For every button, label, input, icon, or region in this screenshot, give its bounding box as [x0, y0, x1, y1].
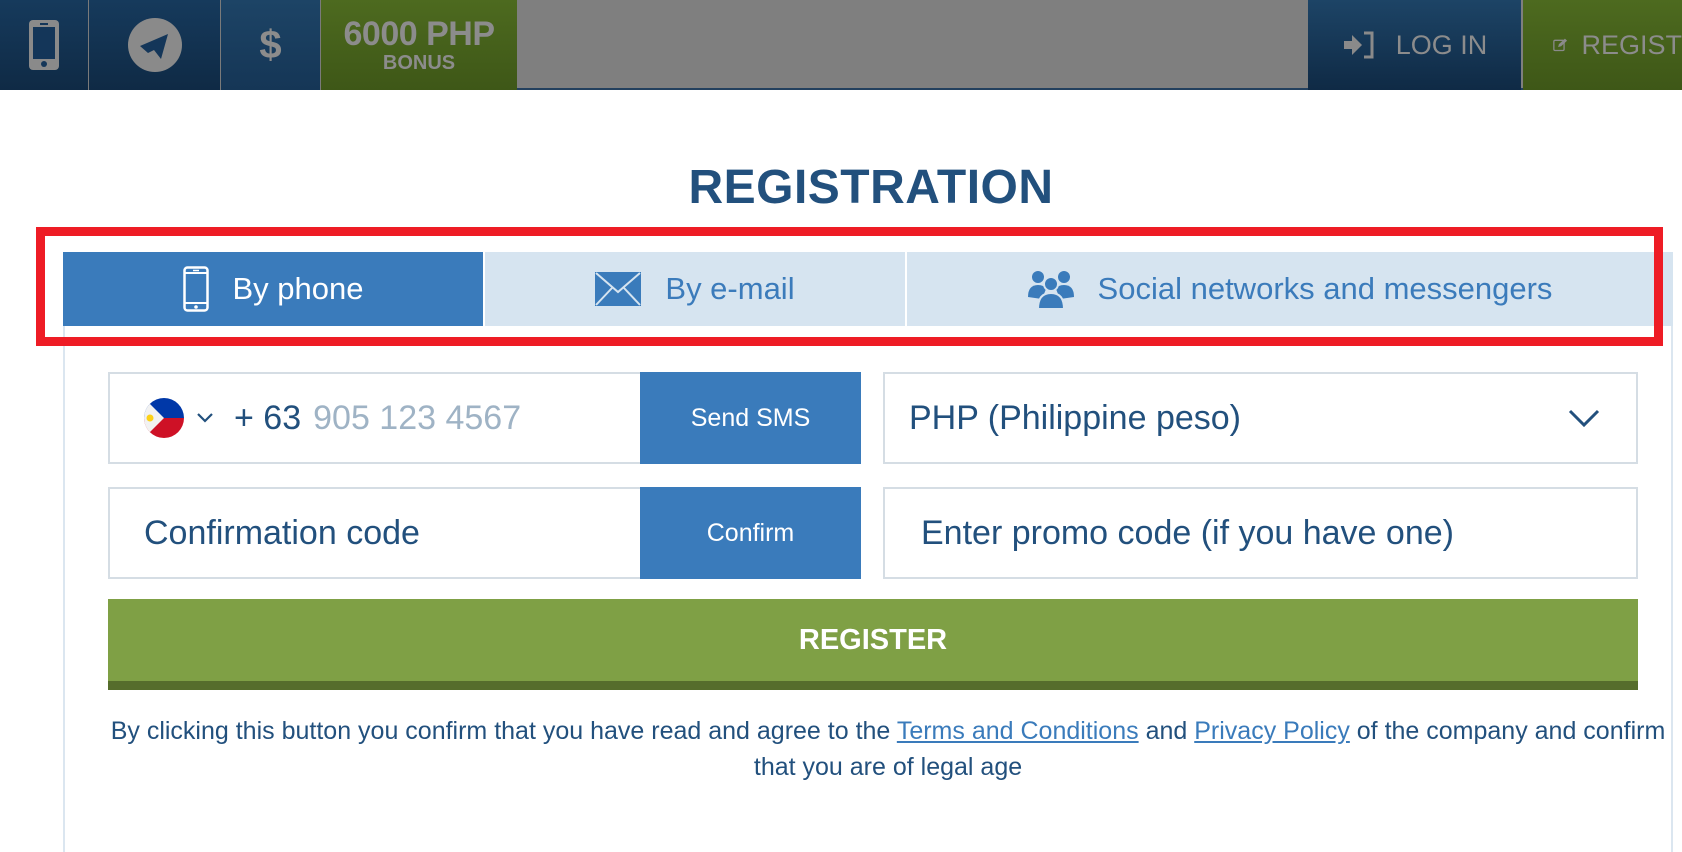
envelope-icon: [595, 272, 642, 306]
confirmation-code-placeholder[interactable]: Confirmation code: [144, 514, 420, 553]
mobile-app-button[interactable]: [0, 0, 89, 90]
currency-select[interactable]: PHP (Philippine peso): [883, 372, 1638, 464]
mobile-phone-icon: [29, 20, 59, 70]
telegram-icon: [127, 18, 182, 72]
login-label: LOG IN: [1395, 29, 1488, 60]
confirm-button[interactable]: Confirm: [640, 487, 861, 579]
registration-method-tabs: By phone By e-mail Social networks and m…: [63, 252, 1673, 326]
login-button[interactable]: LOG IN: [1308, 0, 1521, 90]
tab-label: By e-mail: [665, 271, 795, 306]
edit-icon: [1553, 38, 1568, 52]
country-dropdown-chevron-icon[interactable]: [196, 412, 214, 424]
register-button[interactable]: REGISTER: [108, 599, 1638, 690]
confirmation-code-field[interactable]: Confirmation code Confirm: [108, 487, 861, 579]
header-register-button[interactable]: REGIST: [1523, 0, 1682, 90]
phone-input-placeholder[interactable]: 905 123 4567: [313, 399, 521, 438]
philippines-flag-icon[interactable]: [144, 398, 184, 438]
country-code: + 63: [234, 398, 302, 437]
phone-number-field[interactable]: + 63 905 123 4567 Send SMS: [108, 372, 861, 464]
sign-in-icon: [1343, 31, 1374, 59]
send-sms-button[interactable]: Send SMS: [640, 372, 861, 464]
privacy-policy-link[interactable]: Privacy Policy: [1194, 717, 1350, 745]
header-register-label: REGIST: [1581, 29, 1682, 60]
promo-code-placeholder[interactable]: Enter promo code (if you have one): [921, 514, 1454, 553]
bonus-label: BONUS: [382, 52, 456, 74]
terms-text-prefix: By clicking this button you confirm that…: [110, 717, 897, 745]
tab-label: By phone: [232, 271, 364, 306]
telegram-button[interactable]: [89, 0, 221, 90]
tab-label: Social networks and messengers: [1097, 271, 1553, 306]
payments-button[interactable]: $: [221, 0, 321, 90]
bonus-banner[interactable]: 6000 PHP BONUS: [321, 0, 517, 90]
bonus-amount: 6000 PHP: [343, 15, 496, 53]
chevron-down-icon: [1568, 409, 1600, 428]
smartphone-icon: [182, 266, 209, 312]
terms-text-middle: and: [1138, 717, 1195, 745]
promo-code-input[interactable]: Enter promo code (if you have one): [883, 487, 1638, 579]
tab-by-email[interactable]: By e-mail: [485, 252, 907, 326]
users-icon: [1027, 269, 1074, 309]
tab-social-networks[interactable]: Social networks and messengers: [907, 252, 1673, 326]
top-header: $ 6000 PHP BONUS LOG IN REGIST: [0, 0, 1682, 90]
terms-notice: By clicking this button you confirm that…: [108, 713, 1668, 785]
tab-by-phone[interactable]: By phone: [63, 252, 485, 326]
terms-and-conditions-link[interactable]: Terms and Conditions: [897, 717, 1139, 745]
dollar-icon: $: [259, 22, 282, 67]
page-title: REGISTRATION: [688, 161, 1054, 214]
currency-selected-value: PHP (Philippine peso): [909, 398, 1241, 437]
